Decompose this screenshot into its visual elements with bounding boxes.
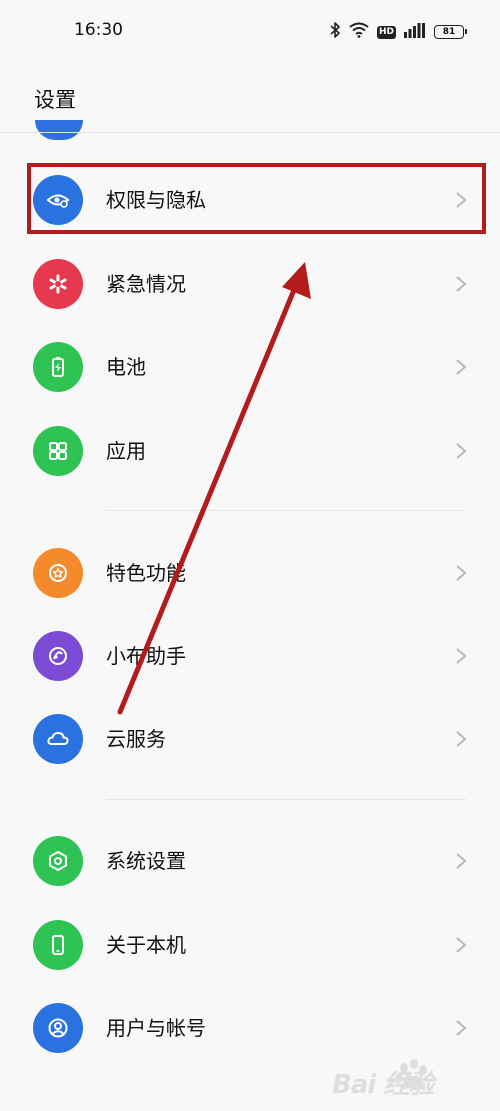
settings-item-label: 应用 <box>106 439 146 463</box>
chevron-right-icon <box>453 274 469 294</box>
settings-item-cloud[interactable]: 云服务 <box>0 704 500 774</box>
settings-item-system[interactable]: 系统设置 <box>0 826 500 896</box>
user-icon <box>33 1003 83 1053</box>
settings-item-battery[interactable]: 电池 <box>0 332 500 402</box>
chevron-right-icon <box>453 1018 469 1038</box>
settings-item-assistant[interactable]: 小布助手 <box>0 621 500 691</box>
section-divider <box>106 510 466 511</box>
emergency-asterisk-icon <box>33 259 83 309</box>
chevron-right-icon <box>453 190 469 210</box>
chevron-right-icon <box>453 729 469 749</box>
settings-item-label: 小布助手 <box>106 644 186 668</box>
settings-item-label: 电池 <box>106 355 146 379</box>
settings-item-label: 云服务 <box>106 727 166 751</box>
apps-grid-icon <box>33 426 83 476</box>
battery-charge-icon <box>33 342 83 392</box>
settings-item-features[interactable]: 特色功能 <box>0 538 500 608</box>
chevron-right-icon <box>453 357 469 377</box>
watermark: Bai 经验 <box>332 1050 482 1100</box>
settings-item-privacy[interactable]: 权限与隐私 <box>0 165 500 235</box>
chevron-right-icon <box>453 441 469 461</box>
chevron-right-icon <box>453 563 469 583</box>
assistant-icon <box>33 631 83 681</box>
section-divider <box>106 799 466 800</box>
settings-item-label: 特色功能 <box>106 561 186 585</box>
settings-item-label: 系统设置 <box>106 849 186 873</box>
settings-item-emergency[interactable]: 紧急情况 <box>0 249 500 319</box>
settings-item-apps[interactable]: 应用 <box>0 416 500 486</box>
privacy-eye-icon <box>33 175 83 225</box>
settings-list: 权限与隐私 紧急情况 电池 应用 特色功能 小布助手 云服务 系统设置 关于本机… <box>0 0 500 1111</box>
feature-star-icon <box>33 548 83 598</box>
cloud-icon <box>33 714 83 764</box>
chevron-right-icon <box>453 646 469 666</box>
chevron-right-icon <box>453 851 469 871</box>
settings-item-label: 关于本机 <box>106 933 186 957</box>
settings-item-about[interactable]: 关于本机 <box>0 910 500 980</box>
system-hexagon-icon <box>33 836 83 886</box>
settings-item-label: 用户与帐号 <box>106 1016 206 1040</box>
settings-item-label: 权限与隐私 <box>106 188 206 212</box>
settings-item-label: 紧急情况 <box>106 272 186 296</box>
chevron-right-icon <box>453 935 469 955</box>
phone-icon <box>33 920 83 970</box>
paw-logo-icon <box>395 1059 427 1090</box>
